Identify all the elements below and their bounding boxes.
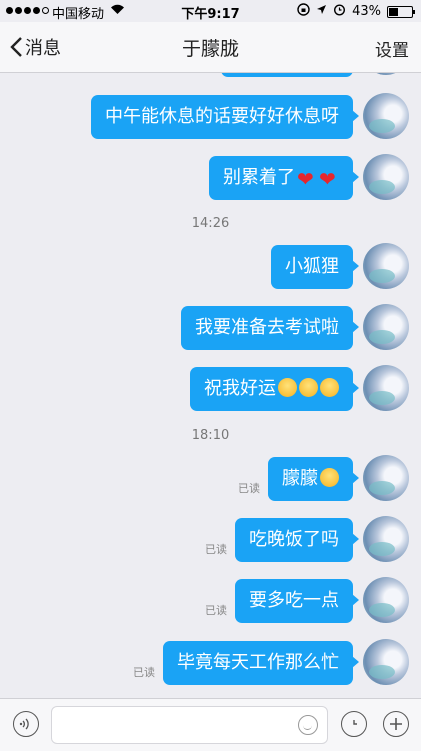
- kiss-icon: [320, 468, 339, 487]
- message-row: 要多吃一点已读: [0, 577, 409, 623]
- voice-icon: [19, 718, 29, 730]
- timestamp: 14:26: [191, 216, 230, 231]
- avatar[interactable]: [363, 639, 409, 685]
- message-text: 毕竟每天工作那么忙: [177, 652, 339, 673]
- heart-icon: ❤: [319, 167, 336, 191]
- message-text: 小狐狸: [285, 256, 339, 277]
- plus-icon: [390, 718, 402, 730]
- message-bubble[interactable]: 毕竟每天工作那么忙: [163, 641, 359, 685]
- avatar[interactable]: [363, 93, 409, 139]
- clock-button[interactable]: [341, 711, 367, 737]
- smile-icon: [299, 378, 318, 397]
- chat-title: 于朦胧: [181, 38, 239, 60]
- status-bar: 中国移动 下午9:17 43%: [0, 0, 421, 22]
- message-text: 别累着了: [223, 167, 295, 188]
- input-bar: [0, 698, 421, 751]
- message-text: 我要准备去考试啦: [195, 317, 339, 338]
- message-text: 吃晚饭了吗: [249, 529, 339, 550]
- message-text: 中午能休息的话要好好休息呀: [105, 106, 339, 127]
- message-row: 吃晚饭了吗已读: [0, 516, 409, 562]
- clock-icon: [353, 720, 357, 725]
- message-text: 祝我好运: [204, 378, 276, 399]
- message-bubble[interactable]: 中午能休息的话要好好休息呀: [91, 95, 359, 139]
- message-row: 别累着了 ❤ ❤: [0, 154, 409, 200]
- avatar[interactable]: [363, 154, 409, 200]
- message-row: 祝我好运: [0, 365, 409, 411]
- message-list[interactable]: 中午能休息的话要好好休息呀 别累着了 ❤ ❤ 14:26 小狐狸 我要准备去考试啦 祝我好运 1…: [0, 73, 421, 698]
- message-row: 小狐狸: [0, 243, 409, 289]
- read-receipt: 已读: [133, 666, 155, 679]
- message-bubble[interactable]: 我要准备去考试啦: [181, 306, 359, 350]
- message-bubble[interactable]: 小狐狸: [271, 245, 359, 289]
- read-receipt: 已读: [205, 604, 227, 617]
- message-bubble[interactable]: 祝我好运: [190, 367, 359, 411]
- avatar[interactable]: [363, 243, 409, 289]
- message-bubble[interactable]: 别累着了 ❤ ❤: [209, 156, 359, 200]
- message-bubble[interactable]: 朦朦: [268, 457, 359, 501]
- wink-icon: [320, 378, 339, 397]
- message-text: 朦朦: [282, 468, 318, 489]
- message-bubble[interactable]: [221, 73, 353, 77]
- battery-icon: [387, 5, 415, 18]
- avatar[interactable]: [363, 304, 409, 350]
- location-icon: [316, 4, 327, 19]
- read-receipt: 已读: [205, 543, 227, 556]
- alarm-icon: [333, 3, 346, 20]
- avatar[interactable]: [363, 455, 409, 501]
- message-row: 朦朦已读: [0, 455, 409, 501]
- heart-icon: ❤: [297, 167, 314, 191]
- read-receipt: 已读: [238, 482, 260, 495]
- smile-icon: [278, 378, 297, 397]
- nav-bar: 消息 于朦胧 设置: [0, 22, 421, 73]
- avatar[interactable]: [363, 365, 409, 411]
- message-row: 中午能休息的话要好好休息呀: [0, 93, 409, 139]
- message-row: 我要准备去考试啦: [0, 304, 409, 350]
- message-text: 要多吃一点: [249, 590, 339, 611]
- message-row: 毕竟每天工作那么忙已读: [0, 639, 409, 685]
- timestamp: 18:10: [191, 428, 230, 443]
- add-button[interactable]: [383, 711, 409, 737]
- battery-percent: 43%: [352, 4, 381, 19]
- avatar[interactable]: [363, 577, 409, 623]
- message-input[interactable]: [51, 706, 328, 744]
- settings-button[interactable]: 设置: [375, 36, 409, 61]
- voice-input-button[interactable]: [13, 711, 39, 737]
- emoji-icon[interactable]: [298, 715, 318, 735]
- avatar[interactable]: [363, 73, 409, 75]
- message-bubble[interactable]: 吃晚饭了吗: [235, 518, 359, 562]
- message-bubble[interactable]: 要多吃一点: [235, 579, 359, 623]
- avatar[interactable]: [363, 516, 409, 562]
- rotation-lock-icon: [297, 3, 310, 20]
